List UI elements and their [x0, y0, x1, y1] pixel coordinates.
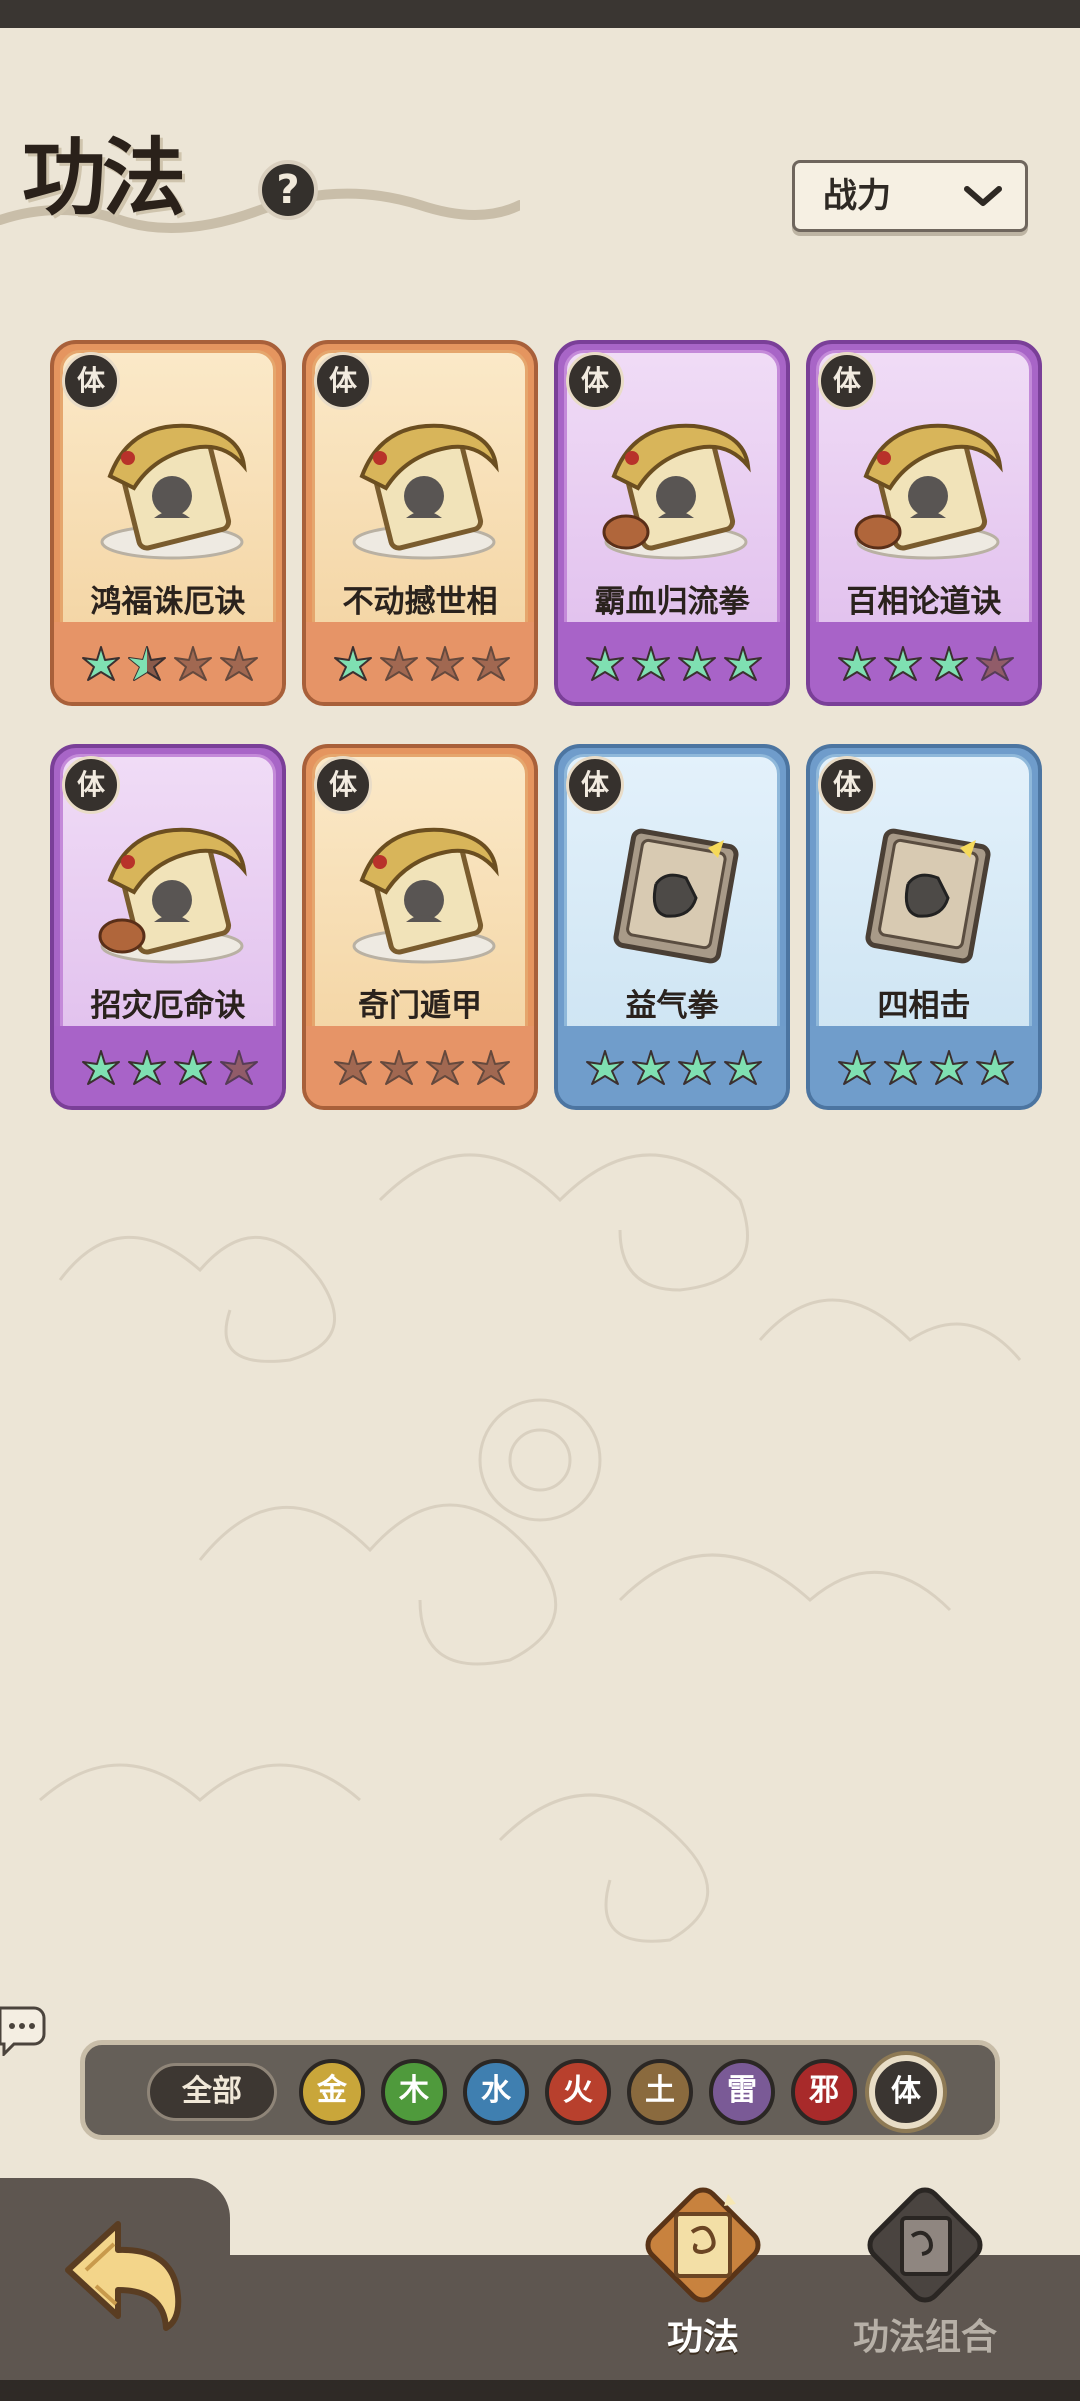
star-icon [426, 1050, 464, 1085]
chevron-down-icon [964, 186, 1002, 206]
star-icon [128, 646, 166, 681]
type-badge: 体 [566, 756, 624, 814]
status-bar [0, 0, 1080, 28]
filter-element-button[interactable]: 金 [299, 2059, 365, 2125]
dragon-scroll-burst-icon [352, 827, 499, 964]
tab-technique-combo[interactable]: 功法组合 [820, 2160, 1030, 2390]
star-rating [332, 640, 516, 690]
type-badge: 体 [314, 756, 372, 814]
star-icon [334, 646, 372, 681]
dragon-scroll-arrow-icon [98, 827, 247, 964]
star-icon [472, 1050, 510, 1085]
tab-techniques[interactable]: 功法 [598, 2160, 808, 2390]
type-badge: 体 [818, 756, 876, 814]
star-icon [838, 646, 876, 681]
star-rating [836, 640, 1020, 690]
filter-element-button[interactable]: 邪 [791, 2059, 857, 2125]
star-rating [80, 1044, 264, 1094]
star-icon [930, 646, 968, 681]
type-badge: 体 [818, 352, 876, 410]
technique-card[interactable]: 体 百相论道诀 [806, 340, 1042, 706]
star-icon [632, 1050, 670, 1085]
book-fist-icon [613, 828, 739, 964]
type-badge: 体 [62, 756, 120, 814]
technique-card[interactable]: 体 鸿福诛厄诀 [50, 340, 286, 706]
filter-element-button[interactable]: 木 [381, 2059, 447, 2125]
filter-element-button[interactable]: 火 [545, 2059, 611, 2125]
star-icon [678, 1050, 716, 1085]
filter-element-button[interactable]: 雷 [709, 2059, 775, 2125]
star-icon [724, 1050, 762, 1085]
star-rating [584, 640, 768, 690]
star-rating [584, 1044, 768, 1094]
star-icon [334, 1050, 372, 1085]
element-filter-bar: 全部 金木水火土雷邪体 [80, 2040, 1000, 2140]
star-icon [678, 646, 716, 681]
star-icon [380, 646, 418, 681]
scroll-book-icon [645, 2187, 761, 2303]
technique-name: 招灾厄命诀 [90, 988, 246, 1024]
star-icon [838, 1050, 876, 1085]
book-palm-icon [865, 828, 991, 964]
tab-techniques-label: 功法 [666, 2317, 739, 2358]
dragon-scroll-fist-icon [602, 423, 751, 560]
star-rating [332, 1044, 516, 1094]
star-icon [472, 646, 510, 681]
star-icon [632, 646, 670, 681]
technique-name: 鸿福诛厄诀 [90, 584, 246, 620]
star-rating [80, 640, 264, 690]
type-badge: 体 [314, 352, 372, 410]
tab-technique-combo-label: 功法组合 [852, 2317, 997, 2358]
star-icon [82, 1050, 120, 1085]
star-icon [884, 646, 922, 681]
technique-name: 四相击 [877, 988, 971, 1024]
star-icon [884, 1050, 922, 1085]
star-icon [220, 1050, 258, 1085]
page-title: 功法 [22, 128, 186, 227]
filter-all-button[interactable]: 全部 [147, 2063, 277, 2121]
star-icon [586, 1050, 624, 1085]
back-arrow-icon[interactable] [56, 2200, 196, 2340]
dragon-scroll-figure-icon [100, 423, 247, 560]
technique-card[interactable]: 体 四相击 [806, 744, 1042, 1110]
star-icon [724, 646, 762, 681]
star-icon [128, 1050, 166, 1085]
star-icon [380, 1050, 418, 1085]
technique-card[interactable]: 体 招灾厄命诀 [50, 744, 286, 1110]
star-icon [976, 1050, 1014, 1085]
cloud-pattern-background [39, 1153, 1022, 1943]
technique-name: 益气拳 [625, 988, 719, 1024]
star-icon [976, 646, 1014, 681]
combo-book-icon [867, 2187, 983, 2303]
technique-name: 霸血归流拳 [594, 584, 750, 620]
type-badge: 体 [566, 352, 624, 410]
technique-card[interactable]: 体 不动撼世相 [302, 340, 538, 706]
star-icon [426, 646, 464, 681]
dragon-scroll-palm-icon [854, 423, 1003, 560]
technique-name: 奇门遁甲 [358, 988, 482, 1024]
star-icon [82, 646, 120, 681]
filter-element-button[interactable]: 水 [463, 2059, 529, 2125]
filter-element-button[interactable]: 体 [869, 2055, 943, 2129]
technique-card[interactable]: 体 益气拳 [554, 744, 790, 1110]
star-icon [174, 646, 212, 681]
help-button[interactable]: ? [258, 160, 318, 220]
type-badge: 体 [62, 352, 120, 410]
sort-dropdown[interactable]: 战力 [792, 160, 1028, 232]
technique-name: 不动撼世相 [342, 584, 498, 620]
star-icon [586, 646, 624, 681]
filter-element-button[interactable]: 土 [627, 2059, 693, 2125]
star-icon [930, 1050, 968, 1085]
sort-dropdown-label: 战力 [823, 176, 891, 216]
technique-card[interactable]: 体 霸血归流拳 [554, 340, 790, 706]
dragon-scroll-buddha-icon [352, 423, 499, 560]
star-rating [836, 1044, 1020, 1094]
technique-card[interactable]: 体 奇门遁甲 [302, 744, 538, 1110]
technique-name: 百相论道诀 [846, 584, 1002, 620]
chat-icon[interactable] [0, 2002, 46, 2056]
star-icon [220, 646, 258, 681]
star-icon [174, 1050, 212, 1085]
